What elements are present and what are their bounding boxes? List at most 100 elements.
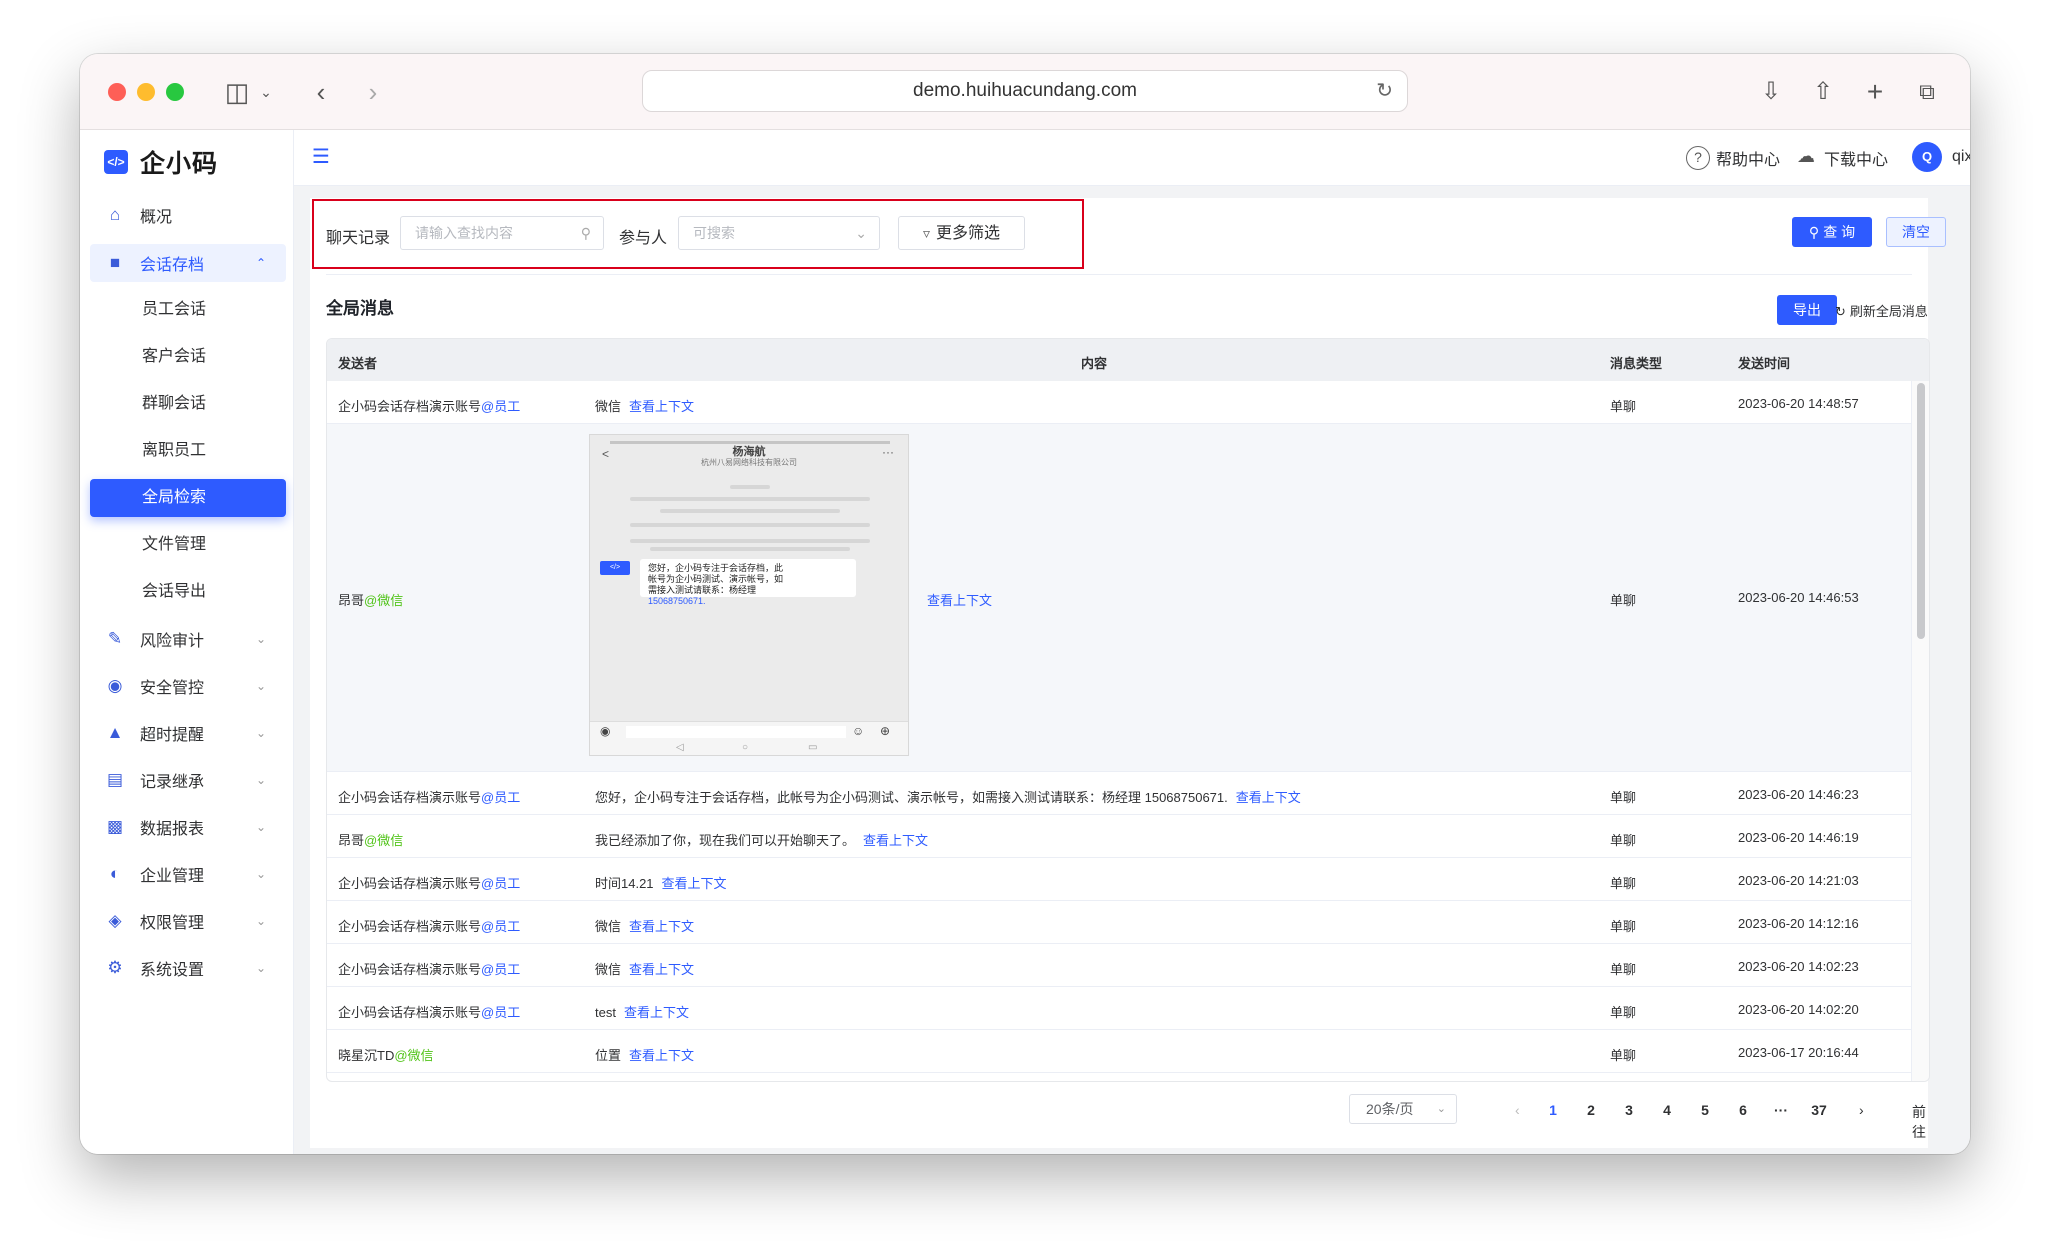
sidebar-sub-file-management[interactable]: 文件管理 (90, 526, 286, 564)
phone-message-bubble: 您好，企小码专注于会话存档，此 帐号为企小码测试、演示帐号，如 需接入测试请联系… (640, 559, 856, 606)
sidebar-item-security[interactable]: ◉ 安全管控 ⌄ (90, 667, 286, 705)
table-row[interactable]: 企小码会话存档演示账号@员工 您好，企小码专注于会话存档，此帐号为企小码测试、演… (327, 772, 1911, 815)
image-message-thumbnail[interactable]: < 杨海航 杭州八易网络科技有限公司 ··· </> 您好，企小码专注于会话存档… (589, 434, 909, 756)
address-bar[interactable]: demo.huihuacundang.com ↻ (642, 70, 1408, 112)
export-button[interactable]: 导出 (1777, 295, 1837, 325)
table-scrollbar-thumb[interactable] (1917, 383, 1925, 639)
chevron-down-icon: ⌄ (255, 773, 266, 787)
participant-label: 参与人 (619, 230, 668, 247)
zoom-window-button[interactable] (166, 83, 184, 101)
sidebar-item-settings[interactable]: ⚙ 系统设置 ⌄ (90, 949, 286, 987)
forward-icon[interactable]: › (360, 74, 386, 110)
help-center-link[interactable]: ? 帮助中心 (1686, 146, 1780, 170)
sender-cell: 企小码会话存档演示账号@员工 (338, 919, 521, 934)
view-context-link[interactable]: 查看上下文 (624, 1005, 689, 1020)
phone-input-bar: ◉ ☺ ⊕ ◁ ○ ▭ (590, 721, 908, 755)
tab-overview-icon[interactable]: ⧉ (1912, 74, 1942, 110)
sidebar-sub-global-search[interactable]: 全局检索 (90, 479, 286, 517)
page-4[interactable]: 4 (1655, 1102, 1679, 1118)
next-page-icon[interactable]: › (1859, 1102, 1864, 1118)
emoji-icon: ☺ (852, 724, 865, 738)
brand-name: 企小码 (140, 150, 219, 178)
view-context-link[interactable]: 查看上下文 (629, 919, 694, 934)
view-context-link[interactable]: 查看上下文 (927, 593, 992, 608)
page-6[interactable]: 6 (1731, 1102, 1755, 1118)
sidebar-sub-group-chat[interactable]: 群聊会话 (90, 385, 286, 423)
menu-collapse-icon[interactable]: ☰ (312, 144, 330, 169)
phone-input (626, 726, 846, 738)
sidebar-item-timeout-reminder[interactable]: ▲ 超时提醒 ⌄ (90, 714, 286, 752)
sidebar-item-risk-audit[interactable]: ✎ 风险审计 ⌄ (90, 620, 286, 658)
view-context-link[interactable]: 查看上下文 (629, 1048, 694, 1063)
nav-recent-icon: ▭ (808, 742, 818, 753)
shield-icon: ◉ (107, 676, 123, 695)
sidebar-item-record-inherit[interactable]: ▤ 记录继承 ⌄ (90, 761, 286, 799)
sidebar-toggle-icon[interactable]: ◫ (220, 74, 254, 110)
page-1[interactable]: 1 (1541, 1102, 1565, 1118)
browser-window: ◫ ⌄ ‹ › demo.huihuacundang.com ↻ ⇩ ⇧ + ⧉… (80, 54, 1970, 1154)
minimize-window-button[interactable] (137, 83, 155, 101)
sidebar-sub-employee-chat[interactable]: 员工会话 (90, 291, 286, 329)
table-row[interactable]: 晓星沉TD@微信 位置 查看上下文 单聊 2023-06-17 20:16:44 (327, 1030, 1911, 1073)
back-icon[interactable]: ‹ (308, 74, 334, 110)
page-3[interactable]: 3 (1617, 1102, 1641, 1118)
table-row[interactable]: 企小码会话存档演示账号@员工 微信 查看上下文 单聊 2023-06-20 14:… (327, 944, 1911, 987)
chevron-down-icon: ⌄ (255, 867, 266, 881)
page-5[interactable]: 5 (1693, 1102, 1717, 1118)
time-cell: 2023-06-17 20:16:44 (1738, 1045, 1859, 1060)
view-context-link[interactable]: 查看上下文 (629, 962, 694, 977)
type-cell: 单聊 (1610, 1048, 1637, 1063)
sidebar-sub-chat-export[interactable]: 会话导出 (90, 573, 286, 611)
sidebar-item-enterprise[interactable]: ◐ 企业管理 ⌄ (90, 855, 286, 893)
download-center-label: 下载中心 (1824, 152, 1889, 169)
nav-home-icon: ○ (742, 742, 749, 753)
sidebar-item-label: 风险审计 (140, 633, 205, 650)
nav-back-icon: ◁ (676, 742, 684, 753)
reload-icon[interactable]: ↻ (1376, 71, 1393, 111)
query-button[interactable]: ⚲ 查 询 (1792, 217, 1872, 247)
table-row[interactable]: 企小码会话存档演示账号@员工 test 查看上下文 单聊 2023-06-20 1… (327, 987, 1911, 1030)
sidebar-item-archive[interactable]: ■ 会话存档 ⌃ (90, 244, 286, 282)
prev-page-icon[interactable]: ‹ (1515, 1102, 1520, 1118)
chevron-down-icon[interactable]: ⌄ (258, 74, 274, 110)
time-cell: 2023-06-20 14:12:16 (1738, 916, 1859, 931)
table-row[interactable]: 企小码会话存档演示账号@员工 微信 查看上下文 单聊 2023-06-20 14:… (327, 901, 1911, 944)
sidebar-item-label: 企业管理 (140, 868, 205, 885)
chevron-down-icon: ⌄ (255, 726, 266, 740)
home-icon: ⌂ (109, 205, 121, 224)
query-label: 查 询 (1823, 224, 1856, 240)
page-ellipsis[interactable]: ··· (1769, 1102, 1793, 1118)
chat-search-input[interactable]: 请输入查找内容 ⚲ (400, 216, 604, 250)
more-filters-button[interactable]: ▿ 更多筛选 (898, 216, 1025, 250)
type-cell: 单聊 (1610, 593, 1637, 608)
type-cell: 单聊 (1610, 833, 1637, 848)
view-context-link[interactable]: 查看上下文 (1236, 790, 1301, 805)
table-row[interactable]: 企小码会话存档演示账号@员工 时间14.21 查看上下文 单聊 2023-06-2… (327, 858, 1911, 901)
table-row[interactable]: 昂哥@微信 < 杨海航 杭州八易网络科技有限公司 ··· </> 您好，企小码专… (327, 424, 1911, 772)
page-size-select[interactable]: 20条/页 ⌄ (1349, 1094, 1457, 1124)
sidebar-item-reports[interactable]: ▩ 数据报表 ⌄ (90, 808, 286, 846)
participant-select[interactable]: 可搜索 ⌄ (678, 216, 880, 250)
sidebar-item-overview[interactable]: ⌂ 概况 (90, 196, 286, 234)
sidebar-item-label: 权限管理 (140, 915, 205, 932)
clear-button[interactable]: 清空 (1886, 217, 1946, 247)
table-row[interactable]: 企小码会话存档演示账号@员工 微信 查看上下文 单聊 2023-06-20 14:… (327, 381, 1911, 424)
download-icon[interactable]: ⇩ (1756, 74, 1786, 110)
time-cell: 2023-06-20 14:21:03 (1738, 873, 1859, 888)
table-row[interactable]: 昂哥@微信 我已经添加了你，现在我们可以开始聊天了。 查看上下文 单聊 2023-… (327, 815, 1911, 858)
goto-label: 前往 (1912, 1104, 1926, 1140)
view-context-link[interactable]: 查看上下文 (629, 399, 694, 414)
refresh-messages-button[interactable]: ↻ 刷新全局消息 (1835, 301, 1928, 320)
sidebar-item-permissions[interactable]: ◈ 权限管理 ⌄ (90, 902, 286, 940)
view-context-link[interactable]: 查看上下文 (863, 833, 928, 848)
view-context-link[interactable]: 查看上下文 (662, 876, 727, 891)
new-tab-icon[interactable]: + (1860, 74, 1890, 110)
user-menu[interactable]: Q qixiaoma ▼ (1912, 142, 1970, 172)
page-2[interactable]: 2 (1579, 1102, 1603, 1118)
download-center-link[interactable]: ☁ 下载中心 (1794, 146, 1888, 170)
share-icon[interactable]: ⇧ (1808, 74, 1838, 110)
sidebar-sub-resigned[interactable]: 离职员工 (90, 432, 286, 470)
page-last[interactable]: 37 (1807, 1102, 1831, 1118)
close-window-button[interactable] (108, 83, 126, 101)
sidebar-sub-customer-chat[interactable]: 客户会话 (90, 338, 286, 376)
